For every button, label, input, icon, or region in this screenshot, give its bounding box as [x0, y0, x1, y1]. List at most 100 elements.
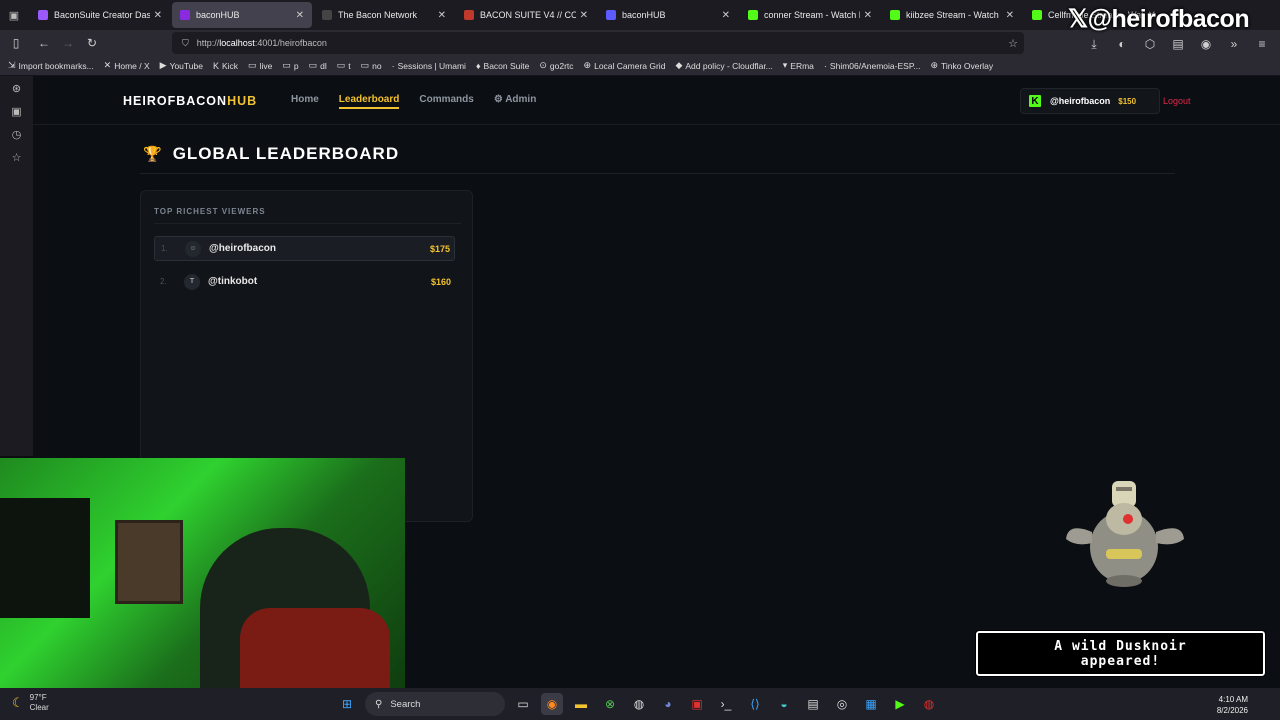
start-icon[interactable]: ⊞ [336, 693, 358, 715]
back-icon[interactable]: ← [32, 31, 56, 55]
bookmark-item[interactable]: ✕ Home / X [104, 60, 150, 71]
browser-tab[interactable]: BaconSuite Creator Dashboard ✕ [30, 2, 170, 28]
shield-icon: ⛉ [182, 37, 189, 48]
browser-tab[interactable]: baconHUB ✕ [598, 2, 738, 28]
bookmark-item[interactable]: · Shim06/Anemoia-ESP... [824, 61, 921, 71]
tab-title: baconHUB [196, 10, 240, 20]
sidebar-toggle-icon[interactable]: ▯ [4, 31, 28, 55]
bookmark-item[interactable]: ▾ ERma [783, 60, 814, 71]
webcam-portrait-shape [115, 520, 183, 604]
github-icon[interactable]: ◎ [831, 693, 853, 715]
tab-close-icon[interactable]: ✕ [154, 10, 162, 21]
url-rest: :4001/heirofbacon [254, 38, 327, 48]
overflow-icon[interactable]: » [1222, 32, 1246, 56]
firefox-icon[interactable]: ◉ [541, 693, 563, 715]
bookmark-label: dl [320, 60, 327, 71]
profile-icon[interactable]: ◉ [1194, 32, 1218, 56]
user-balance: $150 [1118, 96, 1137, 106]
nav-link-commands[interactable]: Commands [419, 94, 473, 105]
bookmark-star-icon[interactable]: ☆ [1008, 37, 1018, 50]
logo-accent: HUB [227, 94, 258, 108]
play-icon[interactable]: ▶ [889, 693, 911, 715]
browser-tab[interactable]: The Bacon Network ✕ [314, 2, 454, 28]
tab-title: kiibzee Stream - Watch [906, 10, 999, 20]
leaderboard-username: @tinkobot [208, 276, 258, 287]
steam-icon[interactable]: ◍ [628, 693, 650, 715]
tab-close-icon[interactable]: ✕ [722, 10, 730, 21]
bookmark-item[interactable]: ▭ t [337, 60, 351, 71]
tab-favicon-icon [322, 10, 332, 20]
xbox-icon[interactable]: ⊗ [599, 693, 621, 715]
bookmark-item[interactable]: ⊕ Tinko Overlay [930, 60, 993, 71]
bookmark-item[interactable]: ▶ YouTube [160, 60, 203, 71]
logout-link[interactable]: Logout [1163, 96, 1191, 106]
tab-favicon-icon [464, 10, 474, 20]
chrome-icon[interactable]: ◍ [918, 693, 940, 715]
ai-chat-icon[interactable]: ⊛ [12, 82, 21, 95]
nav-link-leaderboard[interactable]: Leaderboard [338, 94, 399, 109]
bookmark-item[interactable]: ♦ Bacon Suite [476, 61, 529, 71]
edge-icon[interactable]: ◒ [773, 693, 795, 715]
weather-widget[interactable]: ☾ 97°F Clear [12, 693, 49, 713]
bookmark-icon: ⊕ [930, 60, 939, 70]
photos-icon[interactable]: ▦ [860, 693, 882, 715]
nav-link-admin[interactable]: ⚙ Admin [494, 94, 536, 105]
forward-icon[interactable]: → [56, 31, 80, 55]
divider [140, 173, 1175, 174]
task-view-icon[interactable]: ▭ [512, 693, 534, 715]
browser-tab[interactable]: kiibzee Stream - Watch ✕ [882, 2, 1022, 28]
bookmark-item[interactable]: ▭ p [282, 60, 298, 71]
reload-icon[interactable]: ↻ [80, 31, 104, 55]
bookmarks-icon[interactable]: ☆ [12, 151, 22, 164]
tab-close-icon[interactable]: ✕ [1006, 10, 1014, 21]
bookmark-item[interactable]: ▭ dl [309, 60, 327, 71]
tab-close-icon[interactable]: ✕ [580, 10, 588, 21]
taskbar-search[interactable]: ⚲ Search [365, 692, 505, 716]
browser-tab[interactable]: conner Stream - Watch Live ✕ [740, 2, 880, 28]
bookmark-item[interactable]: ⇲ Import bookmarks... [8, 60, 94, 71]
leaderboard-row[interactable]: 1. ☺ @heirofbacon $175 [154, 236, 455, 261]
taskbar-clock[interactable]: 4:10 AM 8/2/2026 [1217, 694, 1248, 716]
bookmark-item[interactable]: ⊕ Local Camera Grid [584, 60, 666, 71]
x-logo-icon: 𝕏 [1068, 5, 1088, 33]
tab-title: BACON SUITE V4 // COMMA [480, 10, 576, 20]
bookmark-item[interactable]: · Sessions | Umami [392, 61, 466, 71]
tab-close-icon[interactable]: ✕ [296, 10, 304, 21]
discord-icon[interactable]: ◕ [657, 693, 679, 715]
bookmark-icon: ⊕ [583, 60, 592, 70]
browser-tab[interactable]: baconHUB ✕ [172, 2, 312, 28]
site-nav: Home Leaderboard Commands ⚙ Admin [291, 94, 556, 109]
menu-icon[interactable]: ≡ [1250, 32, 1274, 56]
app-icon[interactable]: ▣ [686, 693, 708, 715]
downloads-icon[interactable]: ⤓ [1082, 32, 1106, 56]
tab-close-icon[interactable]: ✕ [864, 10, 872, 21]
bookmark-label: ERma [790, 60, 814, 71]
terminal-icon[interactable]: ›_ [715, 693, 737, 715]
bookmark-item[interactable]: ⊙ go2rtc [539, 60, 573, 71]
extension-badge-icon[interactable]: ▤ [1166, 32, 1190, 56]
url-bar[interactable]: ⛉ http://localhost:4001/heirofbacon ☆ [172, 32, 1024, 54]
history-icon[interactable]: ◷ [12, 128, 22, 141]
leaderboard-row[interactable]: 2. T @tinkobot $160 [154, 269, 455, 294]
extensions-icon[interactable]: ⬡ [1138, 32, 1162, 56]
bookmark-item[interactable]: ▭ live [248, 60, 272, 71]
bookmark-item[interactable]: K Kick [213, 61, 238, 71]
bookmark-item[interactable]: ▭ no [361, 60, 382, 71]
browser-tab[interactable]: BACON SUITE V4 // COMMA ✕ [456, 2, 596, 28]
bookmark-item[interactable]: ◆ Add policy - Cloudflar... [675, 60, 772, 71]
account-icon[interactable]: ◐ [1110, 32, 1134, 56]
bookmark-icon: ▭ [336, 60, 346, 70]
user-pill[interactable]: K @heirofbacon $150 [1020, 88, 1160, 114]
tab-favicon-icon [748, 10, 758, 20]
tab-list-icon[interactable]: ▣ [0, 0, 28, 30]
notepad-icon[interactable]: ▤ [802, 693, 824, 715]
synced-tabs-icon[interactable]: ▣ [11, 105, 21, 118]
file-explorer-icon[interactable]: ▬ [570, 693, 592, 715]
tab-close-icon[interactable]: ✕ [438, 10, 446, 21]
bookmark-label: Import bookmarks... [18, 60, 94, 71]
nav-link-home[interactable]: Home [291, 94, 319, 105]
site-logo[interactable]: HEIROFBACONHUB [123, 94, 257, 108]
bookmark-label: Add policy - Cloudflar... [685, 60, 773, 71]
vscode-icon[interactable]: ⟨⟩ [744, 693, 766, 715]
bookmark-icon: · [391, 60, 395, 71]
